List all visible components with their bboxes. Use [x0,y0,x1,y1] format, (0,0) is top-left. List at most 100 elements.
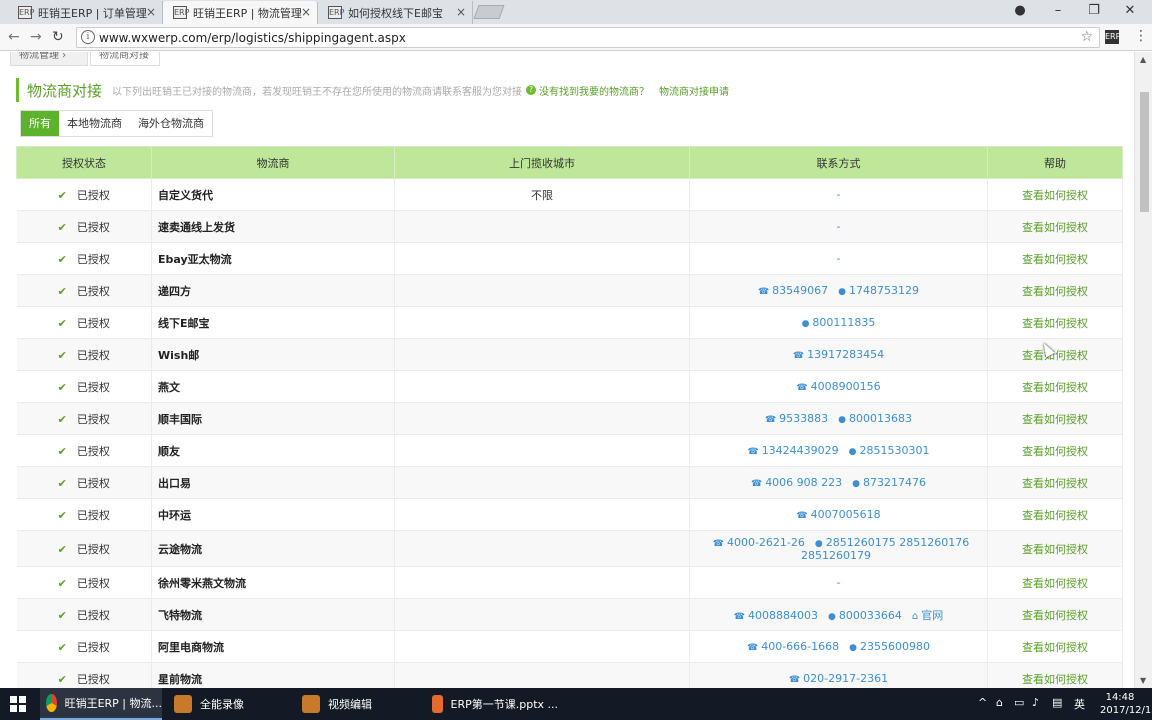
filter-all[interactable]: 所有 [21,111,59,136]
help-link[interactable]: 查看如何授权 [987,306,1123,339]
close-icon[interactable]: × [301,5,311,19]
pickup-city [394,370,690,403]
taskbar-item-video-editor[interactable]: 视频编辑 [296,688,418,720]
help-link[interactable]: 查看如何授权 [987,434,1123,467]
help-link[interactable]: 查看如何授权 [987,530,1123,567]
phone-contact[interactable]: 4008900156 [796,380,880,393]
minimize-button[interactable]: – [1048,3,1068,18]
phone-contact[interactable]: 9533883 [765,412,828,425]
qq-contact[interactable]: 800013683 [838,412,912,425]
help-link[interactable]: 查看如何授权 [987,402,1123,435]
profile-icon[interactable]: ● [1010,3,1030,18]
status-text: 已授权 [76,412,110,426]
scroll-up-icon[interactable]: ▲ [1140,55,1146,64]
help-link[interactable]: 查看如何授权 [987,662,1123,688]
help-link[interactable]: 查看如何授权 [987,338,1123,371]
filter-local[interactable]: 本地物流商 [59,111,130,136]
tab-logistics-management[interactable]: ERP 旺销王ERP | 物流管理 × [163,1,318,24]
phone-contact[interactable]: 4008884003 [734,609,818,622]
help-link[interactable]: 查看如何授权 [987,466,1123,499]
tab-label: 旺销王ERP | 订单管理 [38,6,147,20]
not-found-link[interactable]: 没有找到我要的物流商？ [539,83,649,98]
phone-contact[interactable]: 13424439029 [747,444,838,457]
windows-start-icon[interactable] [10,696,26,712]
apply-integration-link[interactable]: 物流商对接申请 [659,83,729,98]
phone-contact[interactable]: 4000-2621-26 [713,536,805,549]
phone-contact[interactable]: 4007005618 [796,508,880,521]
qq-contact[interactable]: 873217476 [852,476,926,489]
check-icon: ✔ [57,608,67,622]
subtab-logistics-management[interactable]: 物流管理 › [10,52,88,66]
taskbar-item-browser[interactable]: 旺销王ERP | 物流... [40,688,162,720]
new-tab-button[interactable] [473,5,505,19]
check-icon: ✔ [57,640,67,654]
address-bar[interactable]: i www.wxwerp.com/erp/logistics/shippinga… [76,27,1100,48]
qq-contact[interactable]: 800111835 [802,316,876,329]
qq-contact[interactable]: 1748753129 [838,284,919,297]
contact-cell: - [689,242,988,275]
scrollbar-thumb[interactable] [1140,92,1149,212]
table-row: ✔ 已授权 飞特物流 4008884003 800033664 官网 查看如何授权 [16,598,1123,631]
provider-name: 顺丰国际 [151,402,395,435]
provider-name: 飞特物流 [151,598,395,631]
help-link[interactable]: 查看如何授权 [987,210,1123,243]
url-text[interactable]: www.wxwerp.com/erp/logistics/shippingage… [99,31,406,45]
help-link[interactable]: 查看如何授权 [987,242,1123,275]
qq-contact[interactable]: 800033664 [828,609,902,622]
qq-contact[interactable]: 2355600980 [849,640,930,653]
battery-icon[interactable]: ▭ [1014,696,1024,709]
reload-icon[interactable]: ↻ [52,29,64,45]
contact-cell: - [689,566,988,599]
contact-empty: - [836,220,841,233]
page-scrollbar[interactable]: ▲ ▼ [1134,52,1152,688]
help-link[interactable]: 查看如何授权 [987,178,1123,211]
tab-order-management[interactable]: ERP 旺销王ERP | 订单管理 × [8,1,163,24]
close-icon[interactable]: × [456,5,466,19]
help-link[interactable]: 查看如何授权 [987,370,1123,403]
help-link[interactable]: 查看如何授权 [987,630,1123,663]
table-row: ✔ 已授权 速卖通线上发货 - 查看如何授权 [16,210,1123,243]
bookmark-star-icon[interactable]: ☆ [1080,29,1093,45]
close-icon[interactable]: × [146,5,156,19]
system-clock[interactable]: 14:48 2017/12/1 [1100,691,1151,717]
restore-button[interactable]: ❐ [1084,3,1104,18]
extension-icon[interactable]: ERP [1105,30,1120,44]
info-icon[interactable]: i [81,30,95,44]
phone-contact[interactable]: 13917283454 [793,348,884,361]
window-close-button[interactable]: ✕ [1120,3,1140,18]
help-link[interactable]: 查看如何授权 [987,598,1123,631]
help-link[interactable]: 查看如何授权 [987,274,1123,307]
notification-icon[interactable]: ▤ [1052,696,1062,709]
website-link[interactable]: 官网 [912,609,943,622]
forward-arrow-icon[interactable]: → [30,29,42,45]
network-icon[interactable]: ⌂ [996,696,1003,709]
phone-contact[interactable]: 400-666-1668 [747,640,839,653]
help-link[interactable]: 查看如何授权 [987,498,1123,531]
taskbar-label: ERP第一节课.pptx ... [450,698,559,711]
phone-contact[interactable]: 020-2917-2361 [789,672,888,685]
ime-indicator[interactable]: 英 [1074,696,1085,712]
tray-chevron-icon[interactable]: ^ [978,696,987,709]
status-text: 已授权 [76,188,110,202]
taskbar-item-powerpoint[interactable]: ERP第一节课.pptx ... [426,688,558,720]
help-link[interactable]: 查看如何授权 [987,566,1123,599]
browser-menu-icon[interactable]: ⋮ [1134,28,1148,44]
table-row: ✔ 已授权 顺丰国际 9533883 800013683 查看如何授权 [16,402,1123,435]
status-cell: ✔ 已授权 [16,630,152,663]
subtab-provider-integration[interactable]: 物流商对接 [90,52,160,66]
browser-toolbar: ← → ↻ i www.wxwerp.com/erp/logistics/shi… [0,24,1152,51]
back-arrow-icon[interactable]: ← [8,29,20,45]
tab-label: 旺销王ERP | 物流管理 [193,6,302,20]
contact-cell: 13917283454 [689,338,988,371]
tab-authorize-eub[interactable]: ERP 如何授权线下E邮宝 × [318,1,473,24]
check-icon: ✔ [57,380,67,394]
phone-contact[interactable]: 83549067 [758,284,828,297]
qq-contact[interactable]: 2851260175 2851260176 2851260179 [801,536,969,562]
qq-contact[interactable]: 2851530301 [849,444,930,457]
status-cell: ✔ 已授权 [16,402,152,435]
volume-icon[interactable]: ♪ [1032,696,1039,709]
phone-contact[interactable]: 4006 908 223 [751,476,842,489]
scroll-down-icon[interactable]: ▼ [1140,676,1146,685]
filter-overseas[interactable]: 海外仓物流商 [130,111,212,136]
taskbar-item-recorder[interactable]: 全能录像 [168,688,290,720]
